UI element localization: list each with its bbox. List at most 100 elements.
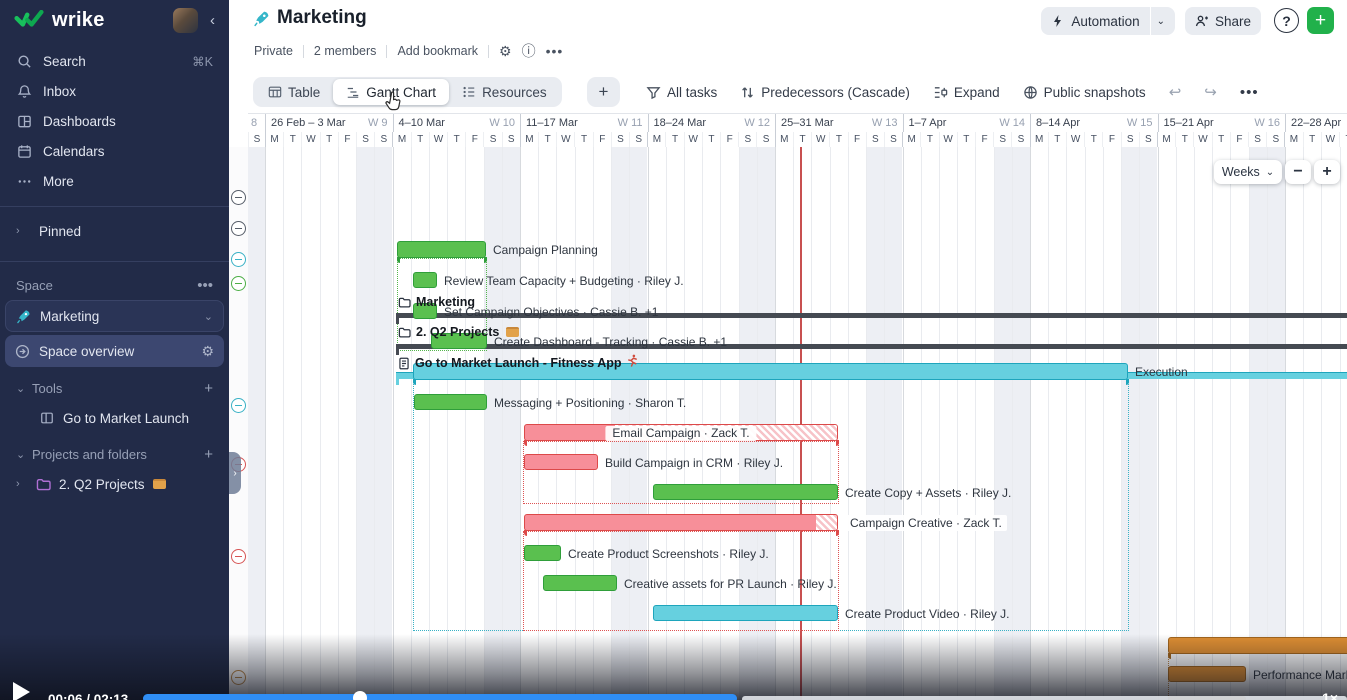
sidebar-item-q2-projects[interactable]: › 2. Q2 Projects bbox=[0, 469, 229, 499]
playback-speed[interactable]: 1× bbox=[1322, 690, 1338, 700]
task-bar[interactable] bbox=[653, 484, 838, 500]
day-cell: F bbox=[720, 132, 738, 147]
task-bar[interactable] bbox=[1168, 666, 1246, 682]
gantt-toolbar: All tasks Predecessors (Cascade) Expand Pub… bbox=[646, 77, 1259, 107]
day-cell: S bbox=[248, 132, 265, 147]
collapse-button[interactable] bbox=[231, 398, 246, 413]
sidebar-item-search[interactable]: Search⌘K bbox=[0, 46, 229, 76]
space-more-icon[interactable]: ••• bbox=[197, 277, 213, 294]
collapse-button[interactable] bbox=[231, 670, 246, 685]
collapse-button[interactable] bbox=[231, 221, 246, 236]
collapse-button[interactable] bbox=[231, 190, 246, 205]
projects-label: Projects and folders bbox=[32, 447, 147, 462]
sidebar-collapse-icon[interactable]: ‹ bbox=[206, 12, 219, 29]
add-view-button[interactable]: + bbox=[587, 77, 620, 107]
bar-label: Performance Marketing bbox=[1253, 667, 1347, 683]
share-button[interactable]: Share bbox=[1185, 7, 1261, 35]
day-cell: S bbox=[502, 132, 520, 147]
create-button[interactable]: + bbox=[1307, 7, 1334, 34]
zoom-out-button[interactable]: − bbox=[1285, 160, 1311, 184]
timeline-weeks: 826 Feb – 3 MarW 94–10 MarW 1011–17 MarW… bbox=[248, 114, 1347, 132]
parent-task-bar[interactable]: Email Campaign · Zack T. bbox=[524, 424, 838, 441]
day-cell: W bbox=[1321, 132, 1339, 147]
toolbar-globe-button[interactable]: Public snapshots bbox=[1023, 85, 1146, 100]
avatar[interactable] bbox=[173, 8, 198, 33]
view-resources-icon bbox=[462, 85, 476, 99]
sidebar-item-space-overview[interactable]: Space overview ⚙ bbox=[5, 335, 224, 367]
timescale-dropdown[interactable]: Weeks ⌄ bbox=[1214, 160, 1282, 184]
tab-table[interactable]: Table bbox=[255, 79, 333, 105]
grid-line bbox=[1267, 147, 1268, 700]
play-button[interactable] bbox=[13, 682, 30, 700]
week-range: 22–28 Apr bbox=[1291, 117, 1341, 129]
grid-line bbox=[1249, 147, 1250, 700]
space-name: Marketing bbox=[40, 309, 99, 324]
collapse-button[interactable] bbox=[231, 549, 246, 564]
sidebar-item-dashboards[interactable]: Dashboards bbox=[0, 106, 229, 136]
toolbar-more-icon[interactable]: ••• bbox=[1240, 84, 1259, 101]
collapse-button[interactable] bbox=[231, 276, 246, 291]
overview-icon bbox=[15, 344, 30, 359]
progress-track[interactable] bbox=[742, 696, 1347, 700]
tools-label: Tools bbox=[32, 381, 62, 396]
toolbar-funnel-button[interactable]: All tasks bbox=[646, 85, 717, 100]
space-selector[interactable]: Marketing ⌄ bbox=[5, 300, 224, 332]
bar-label: Campaign Creative · Zack T. bbox=[845, 515, 1007, 531]
task-bar[interactable] bbox=[524, 454, 598, 470]
sidebar-item-pinned[interactable]: › Pinned bbox=[0, 217, 229, 245]
sidebar-item-label: Search bbox=[43, 54, 86, 69]
view-tabs: TableGantt ChartResources bbox=[253, 77, 562, 107]
day-cell: T bbox=[447, 132, 465, 147]
parent-task-bar[interactable] bbox=[1168, 637, 1347, 654]
projects-section-header[interactable]: ⌄ Projects and folders + bbox=[0, 439, 229, 469]
task-bar[interactable] bbox=[414, 394, 487, 410]
day-cell: W bbox=[811, 132, 829, 147]
minus-icon bbox=[235, 405, 242, 407]
progress-handle[interactable] bbox=[353, 691, 367, 700]
grid-line bbox=[1212, 147, 1213, 700]
day-cell: T bbox=[1175, 132, 1193, 147]
task-bar[interactable] bbox=[413, 272, 437, 288]
bar-label: Execution bbox=[1135, 364, 1188, 380]
week-cell: 15–21 AprW 16 bbox=[1158, 114, 1286, 132]
more-options-icon[interactable]: ••• bbox=[546, 43, 564, 59]
day-cell: S bbox=[483, 132, 501, 147]
members-label[interactable]: 2 members bbox=[314, 44, 377, 58]
parent-task-bar[interactable] bbox=[524, 514, 838, 531]
info-icon[interactable]: ⓘ bbox=[522, 41, 536, 61]
toolbar-expand-button[interactable]: Expand bbox=[933, 85, 1000, 100]
collapse-button[interactable] bbox=[231, 252, 246, 267]
day-cell: W bbox=[556, 132, 574, 147]
panel-expand-handle[interactable]: › bbox=[229, 452, 241, 494]
automation-dropdown-icon[interactable]: ⌄ bbox=[1157, 16, 1165, 27]
week-number: W 14 bbox=[999, 117, 1025, 129]
task-bar[interactable] bbox=[524, 545, 561, 561]
progress-bar[interactable] bbox=[143, 694, 737, 700]
privacy-label[interactable]: Private bbox=[254, 44, 293, 58]
share-person-icon bbox=[1195, 14, 1209, 28]
sidebar-item-go-to-market-launch[interactable]: Go to Market Launch bbox=[0, 403, 229, 433]
zoom-in-button[interactable]: + bbox=[1314, 160, 1340, 184]
add-project-icon[interactable]: + bbox=[204, 446, 213, 463]
day-cell: S bbox=[756, 132, 774, 147]
gear-icon[interactable]: ⚙ bbox=[201, 343, 214, 360]
undo-icon[interactable]: ↩ bbox=[1169, 83, 1182, 101]
day-cell: T bbox=[538, 132, 556, 147]
sidebar-item-calendars[interactable]: Calendars bbox=[0, 136, 229, 166]
task-bar[interactable] bbox=[653, 605, 838, 621]
automation-button[interactable]: Automation ⌄ bbox=[1041, 7, 1175, 35]
toolbar-updown-button[interactable]: Predecessors (Cascade) bbox=[740, 85, 910, 100]
add-tool-icon[interactable]: + bbox=[204, 380, 213, 397]
tools-section-header[interactable]: ⌄ Tools + bbox=[0, 373, 229, 403]
help-button[interactable]: ? bbox=[1274, 8, 1299, 33]
sidebar-item-inbox[interactable]: Inbox bbox=[0, 76, 229, 106]
runner-emoji-icon bbox=[627, 354, 638, 372]
parent-task-bar[interactable] bbox=[397, 241, 486, 258]
settings-gear-icon[interactable]: ⚙ bbox=[499, 43, 512, 60]
redo-icon[interactable]: ↪ bbox=[1204, 83, 1217, 101]
tab-resources[interactable]: Resources bbox=[449, 79, 560, 105]
funnel-icon bbox=[646, 85, 661, 100]
add-bookmark-link[interactable]: Add bookmark bbox=[397, 44, 478, 58]
task-bar[interactable] bbox=[543, 575, 617, 591]
sidebar-item-more[interactable]: More bbox=[0, 166, 229, 196]
